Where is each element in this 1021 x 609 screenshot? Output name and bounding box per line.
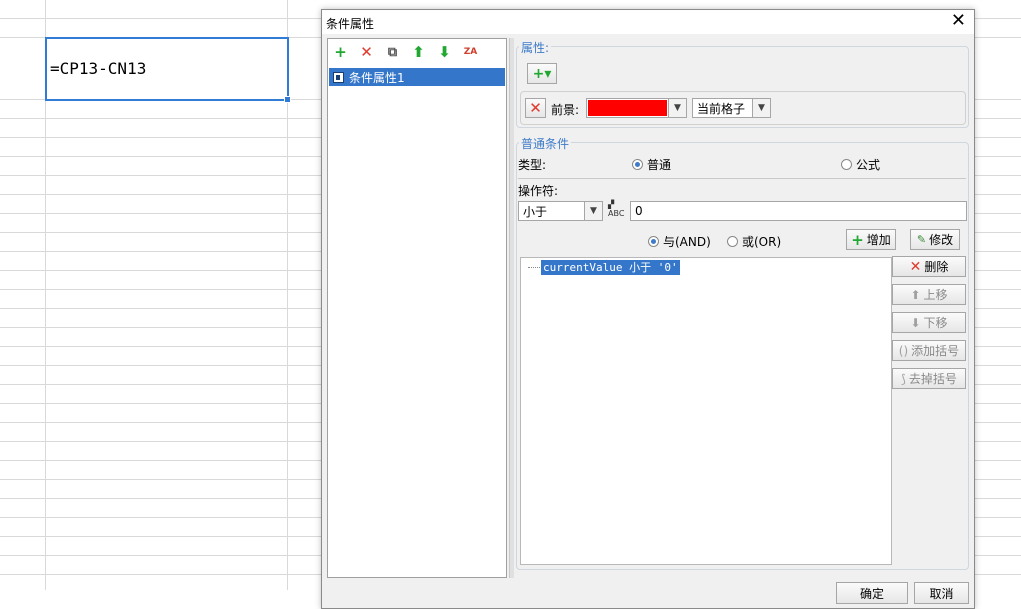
value-type-icon[interactable]: ▞ ABC <box>608 200 628 220</box>
condition-list-panel: + ✕ ⧉ ⬆ ⬇ ZA 条件属性1 <box>327 38 507 578</box>
selected-cell[interactable]: =CP13-CN13 <box>45 37 291 103</box>
chevron-down-icon: ▼ <box>584 202 602 220</box>
tree-connector <box>528 267 540 269</box>
modify-condition-button[interactable]: ✎ 修改 <box>910 229 960 250</box>
delete-icon: ✕ <box>909 258 922 275</box>
condition-item[interactable]: currentValue 小于 '0' <box>541 260 680 275</box>
color-swatch <box>588 100 667 116</box>
type-label: 类型: <box>518 158 547 172</box>
condition-node-icon <box>333 71 344 83</box>
foreground-label: 前景: <box>551 103 580 117</box>
add-icon[interactable]: + <box>330 42 351 62</box>
add-attribute-button[interactable]: +▾ <box>527 63 557 84</box>
scope-select[interactable]: 当前格子 ▼ <box>692 98 771 118</box>
radio-unselected-icon <box>727 236 738 247</box>
add-condition-label: 增加 <box>866 233 891 247</box>
add-condition-button[interactable]: + 增加 <box>846 229 896 250</box>
dialog-titlebar[interactable]: 条件属性 ✕ <box>322 10 974 34</box>
type-formula-label: 公式 <box>856 158 881 172</box>
logic-and-radio[interactable]: 与(AND) <box>648 233 711 250</box>
condition-value-text: 0 <box>635 204 643 218</box>
close-icon[interactable]: ✕ <box>951 12 966 30</box>
move-down-icon[interactable]: ⬇ <box>434 42 455 62</box>
move-up-label: 上移 <box>923 288 948 302</box>
type-normal-radio[interactable]: 普通 <box>632 156 671 173</box>
plus-icon: + <box>851 230 864 249</box>
ok-button[interactable]: 确定 <box>836 582 908 604</box>
type-normal-label: 普通 <box>647 158 672 172</box>
arrow-down-icon: ⬇ <box>910 315 921 330</box>
logic-or-label: 或(OR) <box>742 235 782 249</box>
modify-condition-label: 修改 <box>929 233 954 247</box>
edit-icon: ✎ <box>916 233 927 246</box>
remove-bracket-label: 去掉括号 <box>908 372 957 386</box>
arrow-up-icon: ⬆ <box>910 287 921 302</box>
foreground-color-picker[interactable]: ▼ <box>586 98 687 118</box>
divider <box>518 178 966 179</box>
dialog-title: 条件属性 <box>326 17 375 31</box>
chevron-down-icon: ▼ <box>668 99 686 117</box>
delete-condition-button[interactable]: ✕ 删除 <box>892 256 966 277</box>
move-up-button[interactable]: ⬆ 上移 <box>892 284 966 305</box>
cancel-button[interactable]: 取消 <box>914 582 969 604</box>
condition-attributes-dialog: 条件属性 ✕ + ✕ ⧉ ⬆ ⬇ ZA 条件属性1 属性: +▾ ✕ 前景: ▼… <box>321 9 975 609</box>
move-up-icon[interactable]: ⬆ <box>408 42 429 62</box>
add-bracket-label: 添加括号 <box>911 344 960 358</box>
sort-icon[interactable]: ZA <box>460 42 481 62</box>
operator-label: 操作符: <box>518 184 559 198</box>
add-bracket-button[interactable]: () 添加括号 <box>892 340 966 361</box>
delete-label: 删除 <box>924 260 949 274</box>
remove-bracket-icon: ⟆ <box>901 371 906 386</box>
tree-item-condition-1[interactable]: 条件属性1 <box>329 68 505 86</box>
operator-value: 小于 <box>523 204 548 219</box>
radio-selected-icon <box>632 159 643 170</box>
fill-handle[interactable] <box>284 96 291 103</box>
move-down-button[interactable]: ⬇ 下移 <box>892 312 966 333</box>
remove-attribute-icon[interactable]: ✕ <box>525 98 546 118</box>
condition-list[interactable]: currentValue 小于 '0' <box>520 257 892 565</box>
chevron-down-icon: ▼ <box>752 99 770 117</box>
logic-or-radio[interactable]: 或(OR) <box>727 233 781 250</box>
normal-condition-title: 普通条件 <box>519 135 572 152</box>
condition-value-input[interactable]: 0 <box>630 201 967 221</box>
attributes-group-title: 属性: <box>519 39 552 56</box>
tree-item-label: 条件属性1 <box>349 70 405 85</box>
panel-splitter[interactable] <box>509 38 514 578</box>
radio-unselected-icon <box>841 159 852 170</box>
logic-and-label: 与(AND) <box>663 235 711 249</box>
cell-formula-text: =CP13-CN13 <box>50 59 147 78</box>
move-down-label: 下移 <box>923 316 948 330</box>
bracket-icon: () <box>898 343 909 358</box>
scope-select-value: 当前格子 <box>697 101 746 116</box>
radio-selected-icon <box>648 236 659 247</box>
type-formula-radio[interactable]: 公式 <box>841 156 880 173</box>
remove-bracket-button[interactable]: ⟆ 去掉括号 <box>892 368 966 389</box>
condition-toolbar: + ✕ ⧉ ⬆ ⬇ ZA <box>330 41 481 63</box>
operator-select[interactable]: 小于 ▼ <box>518 201 603 221</box>
remove-icon[interactable]: ✕ <box>356 42 377 62</box>
copy-icon[interactable]: ⧉ <box>382 42 403 62</box>
